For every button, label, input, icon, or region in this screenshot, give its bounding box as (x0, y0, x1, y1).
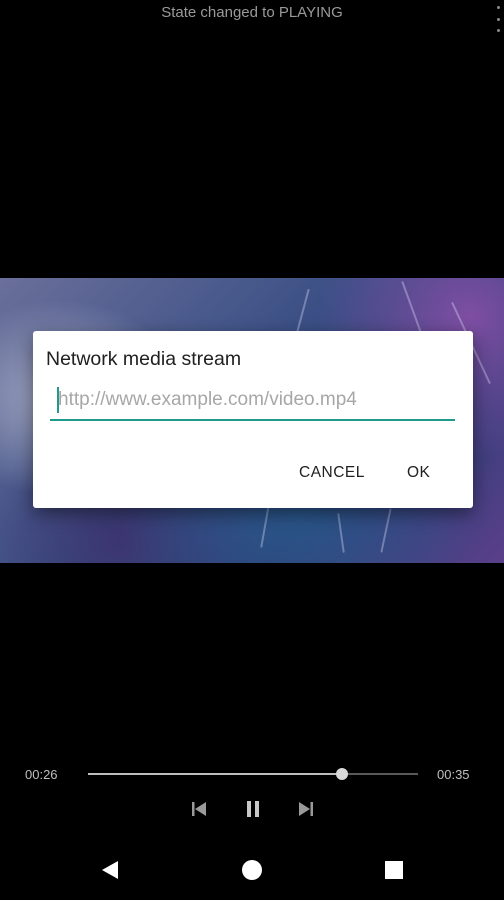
skip-next-icon[interactable] (292, 797, 320, 821)
dialog-title: Network media stream (46, 348, 242, 370)
ok-button[interactable]: OK (407, 464, 430, 482)
text-cursor (57, 387, 59, 413)
status-message: State changed to PLAYING (161, 4, 343, 21)
total-time: 00:35 (437, 767, 470, 782)
seek-progress (88, 773, 343, 775)
current-time: 00:26 (25, 767, 58, 782)
menu-dot (496, 6, 500, 9)
seek-thumb[interactable] (336, 768, 349, 780)
network-stream-dialog: Network media stream CANCEL OK (33, 331, 473, 508)
cancel-button[interactable]: CANCEL (299, 464, 365, 482)
home-circle-icon[interactable] (236, 854, 268, 886)
pause-icon[interactable] (239, 797, 267, 821)
seek-bar[interactable] (88, 768, 418, 780)
url-field-container (50, 383, 463, 421)
skip-previous-icon[interactable] (185, 797, 213, 821)
more-vert-icon[interactable] (494, 6, 502, 32)
video-light-streak (380, 508, 392, 553)
video-light-streak (337, 513, 345, 553)
back-triangle-icon[interactable] (94, 854, 126, 886)
recents-square-icon[interactable] (378, 854, 410, 886)
url-input[interactable] (50, 383, 463, 417)
menu-dot (496, 17, 500, 21)
menu-dot (496, 29, 500, 32)
